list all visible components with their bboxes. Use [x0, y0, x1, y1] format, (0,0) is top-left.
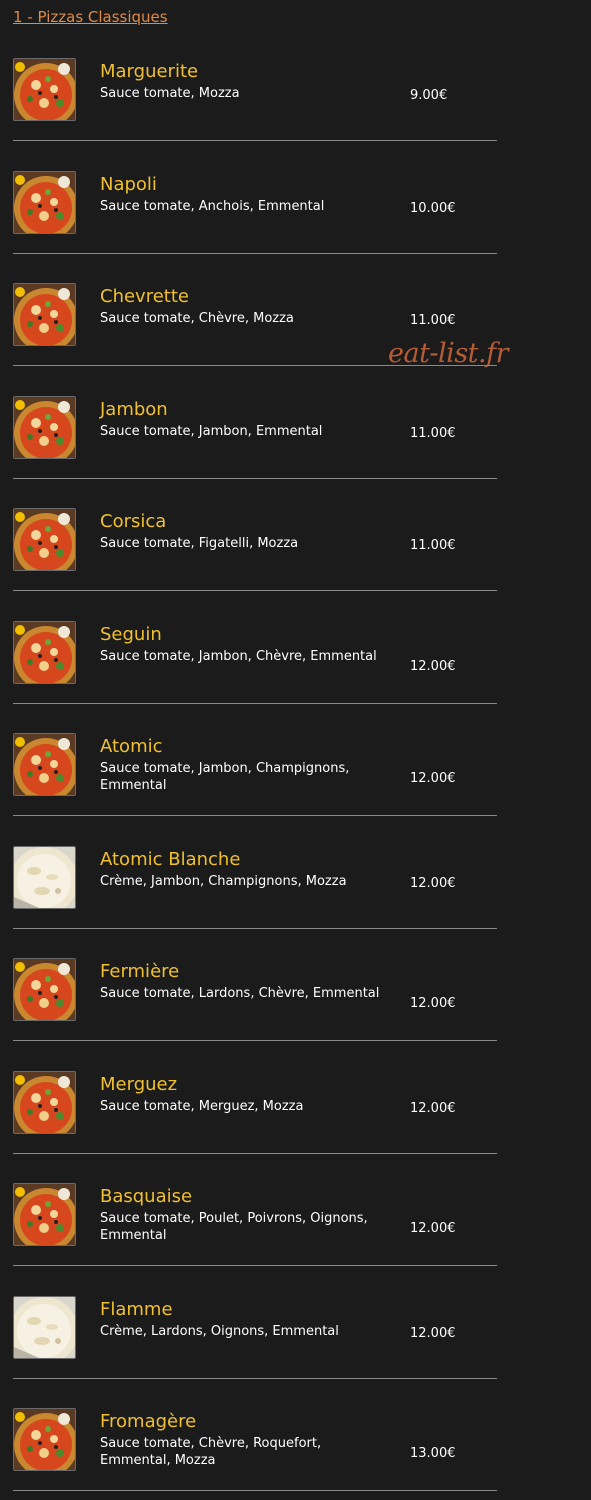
menu-item-13[interactable]: Fromagère Sauce tomate, Chèvre, Roquefor…: [0, 1378, 591, 1491]
item-price: 12.00€: [410, 1100, 456, 1116]
item-price: 12.00€: [410, 1325, 456, 1341]
item-name: Flamme: [100, 1298, 173, 1320]
watermark: eat-list.fr: [388, 338, 509, 369]
item-price: 11.00€: [410, 313, 456, 328]
pizza-image: [13, 395, 76, 459]
item-name: Basquaise: [100, 1186, 193, 1207]
menu-item-11[interactable]: Basquaise Sauce tomate, Poulet, Poivrons…: [0, 1153, 591, 1266]
section-title-link[interactable]: 1 - Pizzas Classiques: [13, 8, 168, 26]
item-price: 9.00€: [410, 88, 448, 103]
menu-list: Marguerite Sauce tomate, Mozza 9.00€ Nap…: [0, 28, 591, 1491]
item-price: 12.00€: [410, 771, 456, 786]
item-price: 12.00€: [410, 1221, 456, 1236]
pizza-image: [13, 958, 76, 1021]
item-price: 10.00€: [410, 200, 456, 216]
menu-item-10[interactable]: Merguez Sauce tomate, Merguez, Mozza 12.…: [0, 1041, 591, 1154]
item-price: 11.00€: [410, 538, 456, 553]
pizza-image: [13, 58, 76, 121]
menu-item-6[interactable]: Seguin Sauce tomate, Jambon, Chèvre, Emm…: [0, 591, 591, 704]
item-description: Sauce tomate, Jambon, Chèvre, Emmental: [100, 648, 377, 664]
item-description: Sauce tomate, Anchois, Emmental: [100, 198, 325, 214]
item-description: Sauce tomate, Lardons, Chèvre, Emmental: [100, 986, 380, 1001]
item-description: Crème, Jambon, Champignons, Mozza: [100, 873, 347, 889]
item-price: 12.00€: [410, 996, 456, 1011]
menu-item-7[interactable]: Atomic Sauce tomate, Jambon, Champignons…: [0, 703, 591, 816]
menu-item-8[interactable]: Atomic Blanche Crème, Jambon, Champignon…: [0, 816, 591, 929]
item-price: 12.00€: [410, 658, 456, 674]
item-name: Seguin: [100, 623, 162, 645]
item-price: 12.00€: [410, 875, 456, 891]
pizza-image: [13, 733, 76, 796]
pizza-image: [13, 620, 76, 684]
pizza-image: [13, 845, 76, 909]
item-name: Chevrette: [100, 286, 189, 307]
pizza-image: [13, 508, 76, 571]
item-description: Sauce tomate, Merguez, Mozza: [100, 1098, 304, 1114]
item-description: Sauce tomate, Figatelli, Mozza: [100, 536, 299, 551]
pizza-image: [13, 1070, 76, 1134]
pizza-image: [13, 1295, 76, 1359]
item-description: Crème, Lardons, Oignons, Emmental: [100, 1323, 339, 1339]
pizza-image: [13, 1183, 76, 1246]
item-price: 13.00€: [410, 1446, 456, 1461]
item-description: Sauce tomate, Jambon, Champignons, Emmen…: [100, 761, 350, 793]
item-name: Jambon: [100, 398, 168, 420]
item-divider: [13, 1490, 497, 1491]
menu-item-4[interactable]: Jambon Sauce tomate, Jambon, Emmental 11…: [0, 366, 591, 479]
item-description: Sauce tomate, Mozza: [100, 86, 240, 101]
item-description: Sauce tomate, Jambon, Emmental: [100, 423, 323, 439]
item-name: Fermière: [100, 961, 180, 982]
menu-item-9[interactable]: Fermière Sauce tomate, Lardons, Chèvre, …: [0, 928, 591, 1041]
item-description: Sauce tomate, Poulet, Poivrons, Oignons,…: [100, 1211, 368, 1243]
item-name: Atomic Blanche: [100, 848, 241, 870]
item-description: Sauce tomate, Chèvre, Roquefort, Emmenta…: [100, 1436, 322, 1468]
item-name: Napoli: [100, 173, 157, 195]
menu-item-12[interactable]: Flamme Crème, Lardons, Oignons, Emmental…: [0, 1266, 591, 1379]
menu-item-1[interactable]: Marguerite Sauce tomate, Mozza 9.00€: [0, 28, 591, 141]
item-name: Merguez: [100, 1073, 178, 1095]
menu-item-5[interactable]: Corsica Sauce tomate, Figatelli, Mozza 1…: [0, 478, 591, 591]
item-description: Sauce tomate, Chèvre, Mozza: [100, 311, 294, 326]
menu-item-2[interactable]: Napoli Sauce tomate, Anchois, Emmental 1…: [0, 141, 591, 254]
item-price: 11.00€: [410, 425, 456, 441]
item-name: Corsica: [100, 511, 167, 532]
item-name: Atomic: [100, 736, 163, 757]
pizza-image: [13, 170, 76, 234]
item-name: Marguerite: [100, 61, 199, 82]
item-name: Fromagère: [100, 1411, 197, 1432]
pizza-image: [13, 283, 76, 346]
pizza-image: [13, 1408, 76, 1471]
